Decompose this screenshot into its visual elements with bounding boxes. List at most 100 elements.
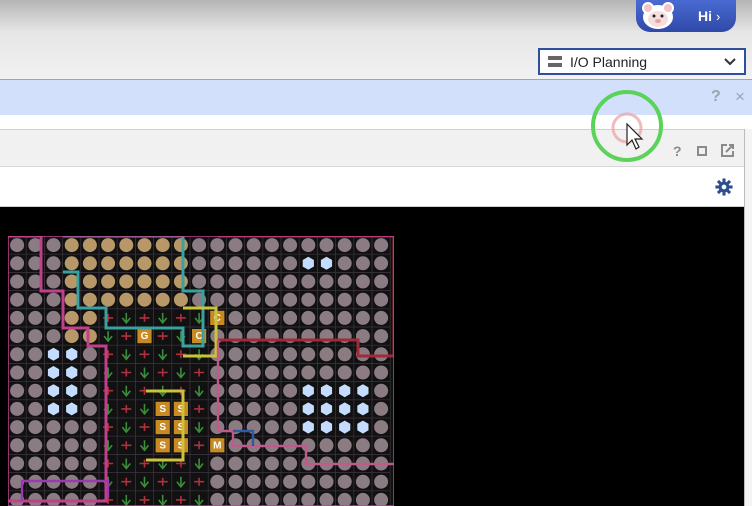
io-pin xyxy=(319,292,334,307)
help-icon[interactable]: ? xyxy=(711,88,721,106)
io-pin xyxy=(101,256,116,271)
avatar-icon xyxy=(640,1,674,31)
panel-toolbar xyxy=(0,167,746,207)
io-pin xyxy=(355,292,370,307)
io-pin xyxy=(10,383,25,398)
io-pin xyxy=(10,401,25,416)
io-pin xyxy=(301,274,316,289)
special-pin-label: S xyxy=(159,440,166,451)
io-pin xyxy=(283,474,298,489)
io-pin xyxy=(192,238,207,253)
io-pin xyxy=(64,456,79,471)
io-pin xyxy=(283,292,298,307)
io-pin xyxy=(82,292,97,307)
io-pin xyxy=(82,329,97,344)
io-pin xyxy=(228,347,243,362)
io-pin xyxy=(246,365,261,380)
layout-selector[interactable]: I/O Planning xyxy=(538,48,746,75)
io-pin xyxy=(137,292,152,307)
io-pin xyxy=(28,456,43,471)
io-pin xyxy=(337,256,352,271)
io-pin xyxy=(264,474,279,489)
io-pin xyxy=(337,474,352,489)
io-pin xyxy=(319,438,334,453)
maximize-icon[interactable] xyxy=(697,146,707,156)
io-pin xyxy=(210,274,225,289)
io-pin xyxy=(264,256,279,271)
io-pin xyxy=(137,238,152,253)
scrollbar[interactable] xyxy=(744,129,752,506)
io-pin xyxy=(283,274,298,289)
io-pin xyxy=(28,420,43,435)
io-pin xyxy=(283,365,298,380)
io-pin xyxy=(46,456,61,471)
io-pin xyxy=(246,401,261,416)
io-pin xyxy=(283,401,298,416)
panel-help-icon[interactable]: ? xyxy=(673,143,682,159)
assistant-button[interactable]: Hi › xyxy=(636,0,736,32)
io-pin xyxy=(246,256,261,271)
io-pin xyxy=(319,238,334,253)
io-pin xyxy=(82,256,97,271)
io-pin xyxy=(101,274,116,289)
io-pin xyxy=(228,383,243,398)
close-icon[interactable]: × xyxy=(735,87,745,107)
io-pin xyxy=(264,292,279,307)
io-pin xyxy=(337,438,352,453)
io-pin xyxy=(228,292,243,307)
io-pin xyxy=(374,329,389,344)
io-pin xyxy=(46,310,61,325)
assistant-button-label: Hi xyxy=(698,8,712,24)
io-pin xyxy=(319,347,334,362)
io-pin xyxy=(101,292,116,307)
io-pin xyxy=(28,292,43,307)
io-pin xyxy=(210,292,225,307)
io-pin xyxy=(355,238,370,253)
io-pin xyxy=(10,238,25,253)
io-pin xyxy=(337,292,352,307)
io-pin xyxy=(246,456,261,471)
gear-icon[interactable] xyxy=(715,178,733,196)
io-pin xyxy=(46,292,61,307)
io-pin xyxy=(64,438,79,453)
chevron-down-icon xyxy=(724,57,736,65)
io-pin xyxy=(155,256,170,271)
io-pin xyxy=(337,347,352,362)
io-pin xyxy=(210,456,225,471)
io-pin xyxy=(82,310,97,325)
io-pin xyxy=(264,456,279,471)
io-pin xyxy=(374,310,389,325)
io-pin xyxy=(374,420,389,435)
float-icon[interactable] xyxy=(721,144,734,157)
io-pin xyxy=(155,238,170,253)
io-pin xyxy=(82,383,97,398)
io-pin xyxy=(228,365,243,380)
io-pin xyxy=(82,401,97,416)
io-pin xyxy=(283,347,298,362)
io-pin xyxy=(28,310,43,325)
io-pin xyxy=(283,383,298,398)
io-pin xyxy=(374,347,389,362)
io-pin xyxy=(228,274,243,289)
io-pin xyxy=(119,238,134,253)
io-pin xyxy=(46,256,61,271)
io-pin xyxy=(10,292,25,307)
io-pin xyxy=(374,238,389,253)
package-pin-grid[interactable]: S SS SS SCCGM xyxy=(8,236,394,506)
io-pin xyxy=(119,256,134,271)
io-pin xyxy=(82,238,97,253)
io-pin xyxy=(155,292,170,307)
io-pin xyxy=(228,456,243,471)
io-pin xyxy=(192,274,207,289)
cursor-highlight xyxy=(591,90,663,162)
io-pin xyxy=(355,256,370,271)
io-pin xyxy=(82,347,97,362)
io-pin xyxy=(192,256,207,271)
io-pin xyxy=(137,256,152,271)
special-pin-label: S xyxy=(159,404,166,415)
io-pin xyxy=(301,474,316,489)
io-pin xyxy=(246,274,261,289)
io-pin xyxy=(246,474,261,489)
io-pin xyxy=(283,456,298,471)
io-pin xyxy=(301,310,316,325)
